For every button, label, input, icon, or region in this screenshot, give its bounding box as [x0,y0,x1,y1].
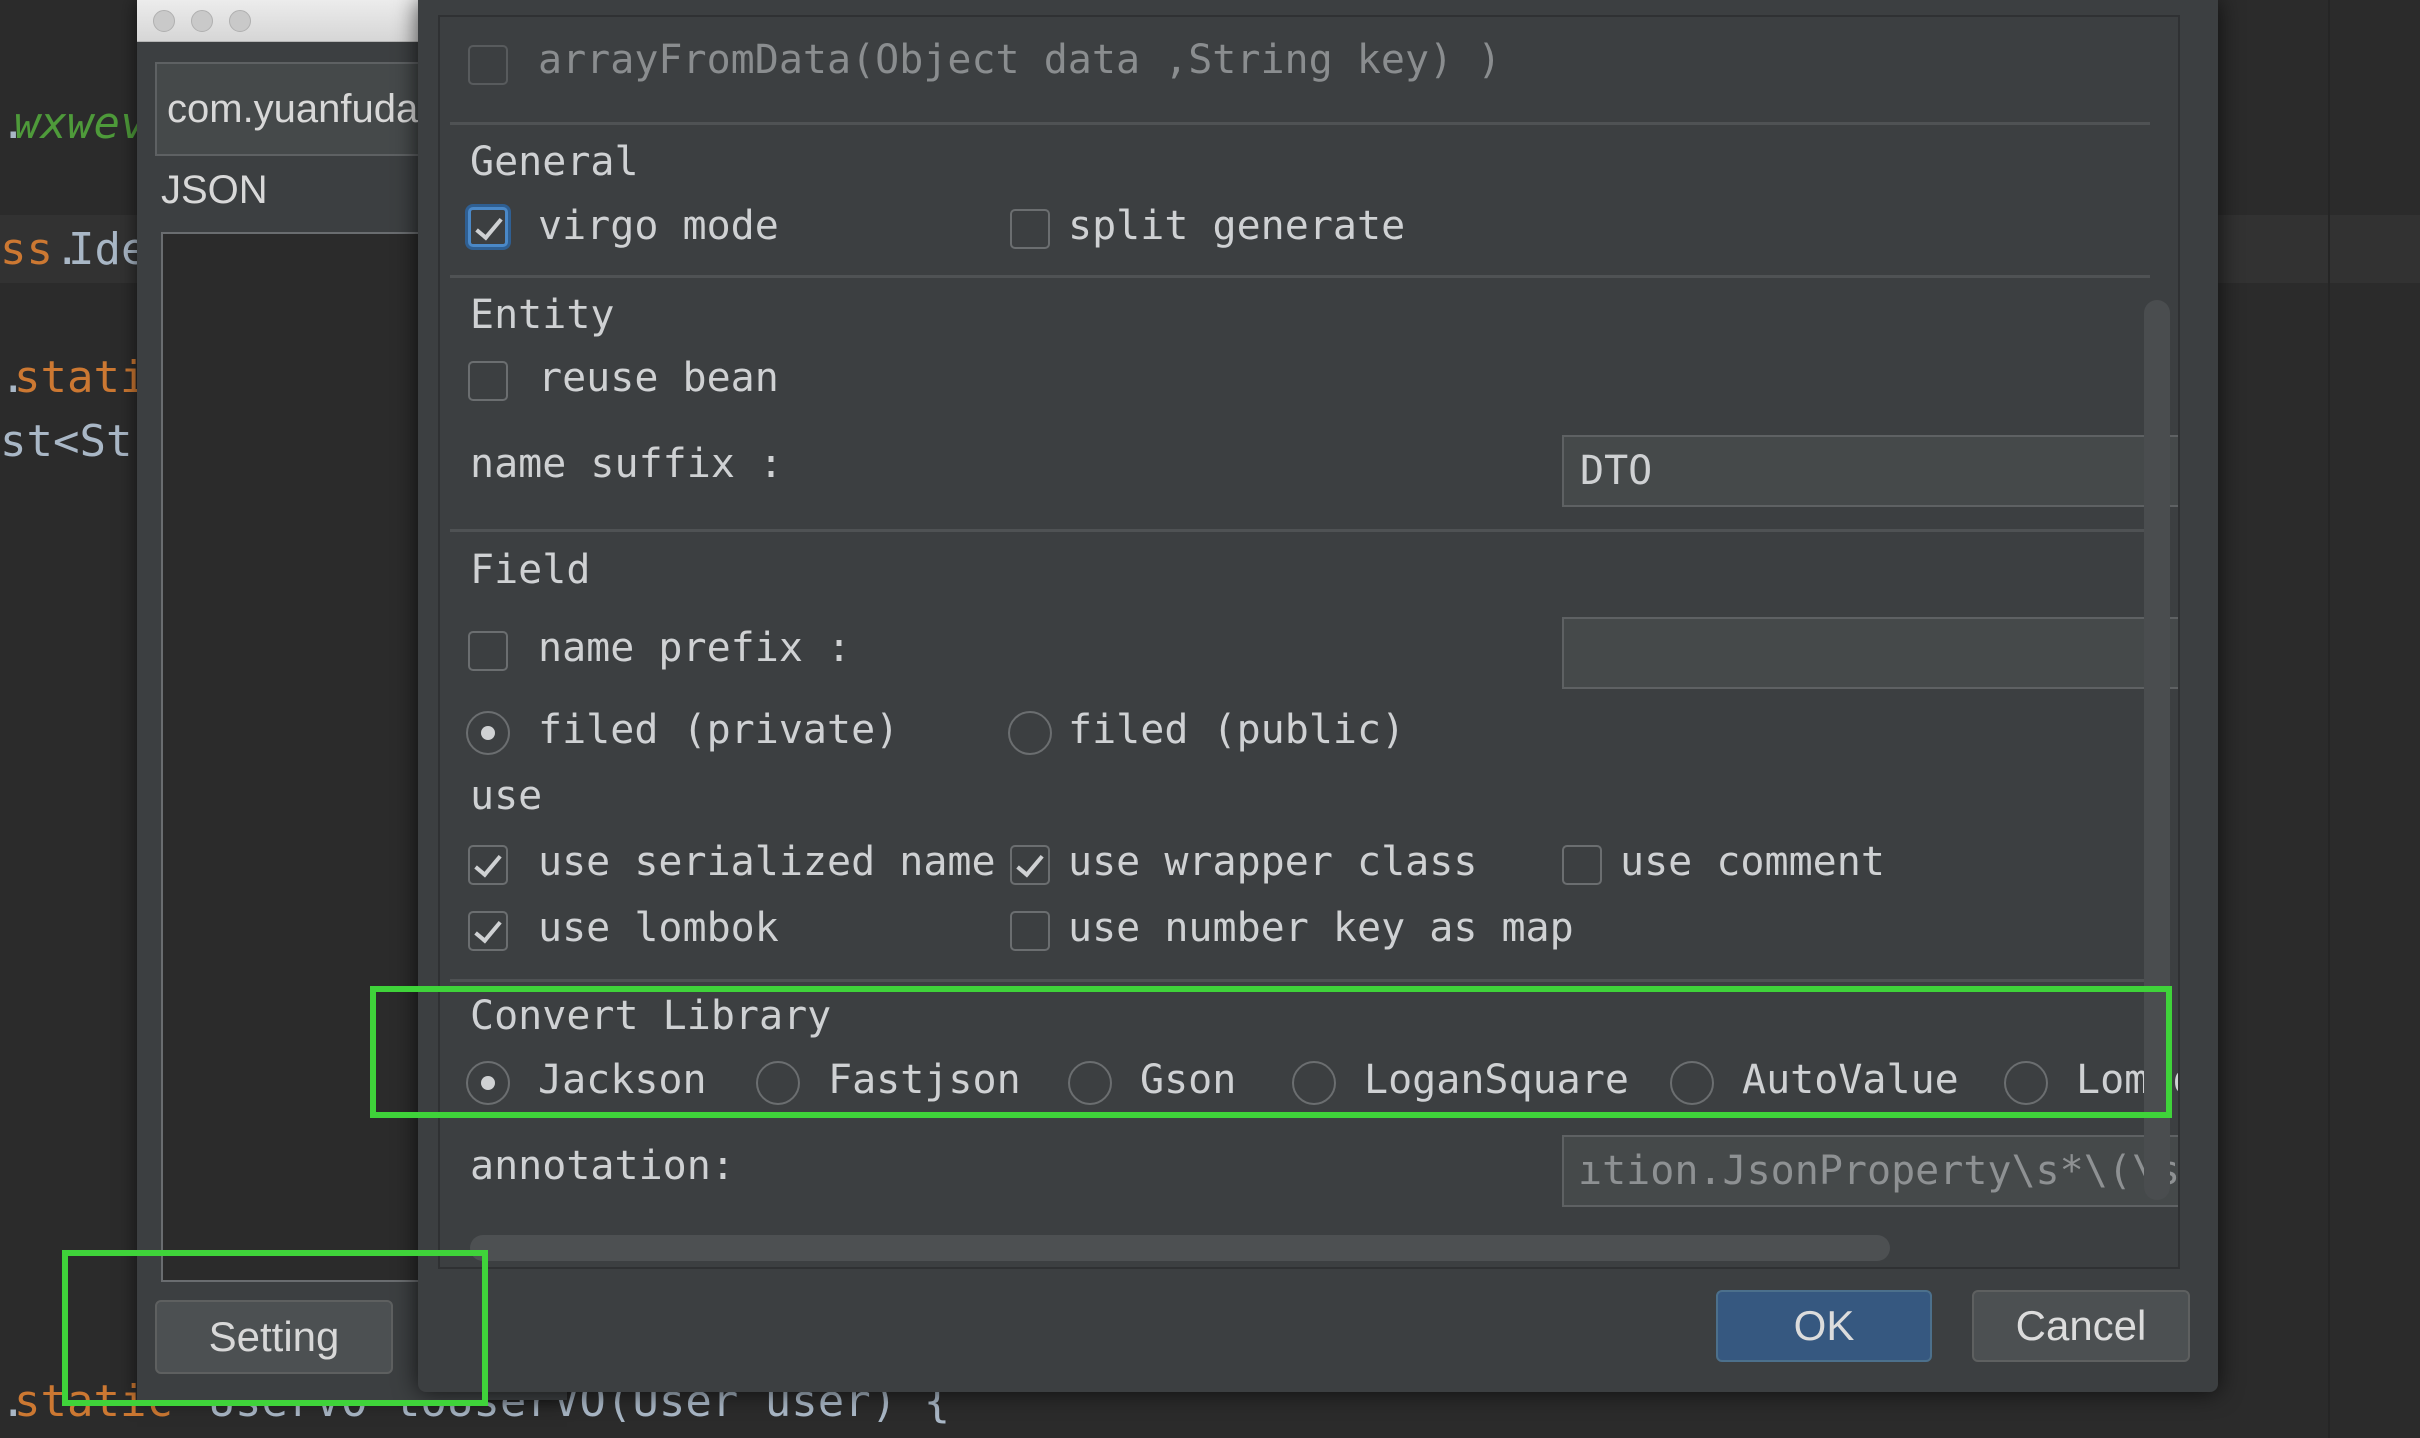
use-number-key-as-map-checkbox[interactable] [1010,911,1050,951]
divider [450,275,2150,278]
use-serialized-name-checkbox[interactable] [468,845,508,885]
divider [450,979,2150,982]
filed-public-radio[interactable] [1008,711,1052,755]
array-from-data-label: arrayFromData(Object data ,String key) ) [538,37,1502,83]
use-comment-checkbox[interactable] [1562,845,1602,885]
code-token: wxwev [14,98,147,149]
entity-section-title: Entity [470,292,615,338]
name-prefix-checkbox[interactable] [468,631,508,671]
code-token: Ide [68,224,148,275]
use-comment-label[interactable]: use comment [1620,839,1885,885]
annotation-label: annotation: [470,1143,735,1189]
use-wrapper-class-label[interactable]: use wrapper class [1068,839,1477,885]
annotation-input[interactable]: ıtion.JsonProperty\s*\(\s*"+ [1562,1135,2178,1207]
horizontal-scrollbar[interactable] [470,1235,1890,1261]
use-serialized-name-label[interactable]: use serialized name [538,839,996,885]
name-suffix-label: name suffix : [470,441,784,487]
zoom-window-icon[interactable] [229,10,251,32]
right-margin-guide [2328,0,2330,1438]
minimize-window-icon[interactable] [191,10,213,32]
reuse-bean-label[interactable]: reuse bean [538,355,779,401]
convert-library-highlight [370,986,2172,1118]
filed-private-label[interactable]: filed (private) [538,707,899,753]
array-from-data-checkbox[interactable] [468,45,508,85]
split-generate-label[interactable]: split generate [1068,203,1405,249]
filed-private-radio[interactable] [466,711,510,755]
split-generate-checkbox[interactable] [1010,209,1050,249]
code-token: st<Str [0,416,159,467]
name-suffix-input[interactable]: DTO [1562,435,2178,507]
ok-button[interactable]: OK [1716,1290,1932,1362]
use-number-key-as-map-label[interactable]: use number key as map [1068,905,1574,951]
code-token: ss [0,224,53,275]
code-token: stati [14,352,147,403]
use-section-title: use [470,773,543,819]
divider [450,529,2150,532]
virgo-mode-checkbox[interactable] [468,207,508,247]
divider [450,122,2150,125]
field-section-title: Field [470,547,591,593]
use-wrapper-class-checkbox[interactable] [1010,845,1050,885]
json-label: JSON [161,168,268,212]
close-window-icon[interactable] [153,10,175,32]
filed-public-label[interactable]: filed (public) [1068,707,1405,753]
virgo-mode-label[interactable]: virgo mode [538,203,779,249]
name-prefix-input[interactable] [1562,617,2178,689]
reuse-bean-checkbox[interactable] [468,361,508,401]
use-lombok-label[interactable]: use lombok [538,905,779,951]
cancel-button[interactable]: Cancel [1972,1290,2190,1362]
use-lombok-checkbox[interactable] [468,911,508,951]
setting-button-highlight [62,1250,488,1406]
name-prefix-label[interactable]: name prefix : [538,625,851,671]
settings-dialog: arrayFromData(Object data ,String key) )… [418,0,2218,1392]
general-section-title: General [470,139,639,185]
